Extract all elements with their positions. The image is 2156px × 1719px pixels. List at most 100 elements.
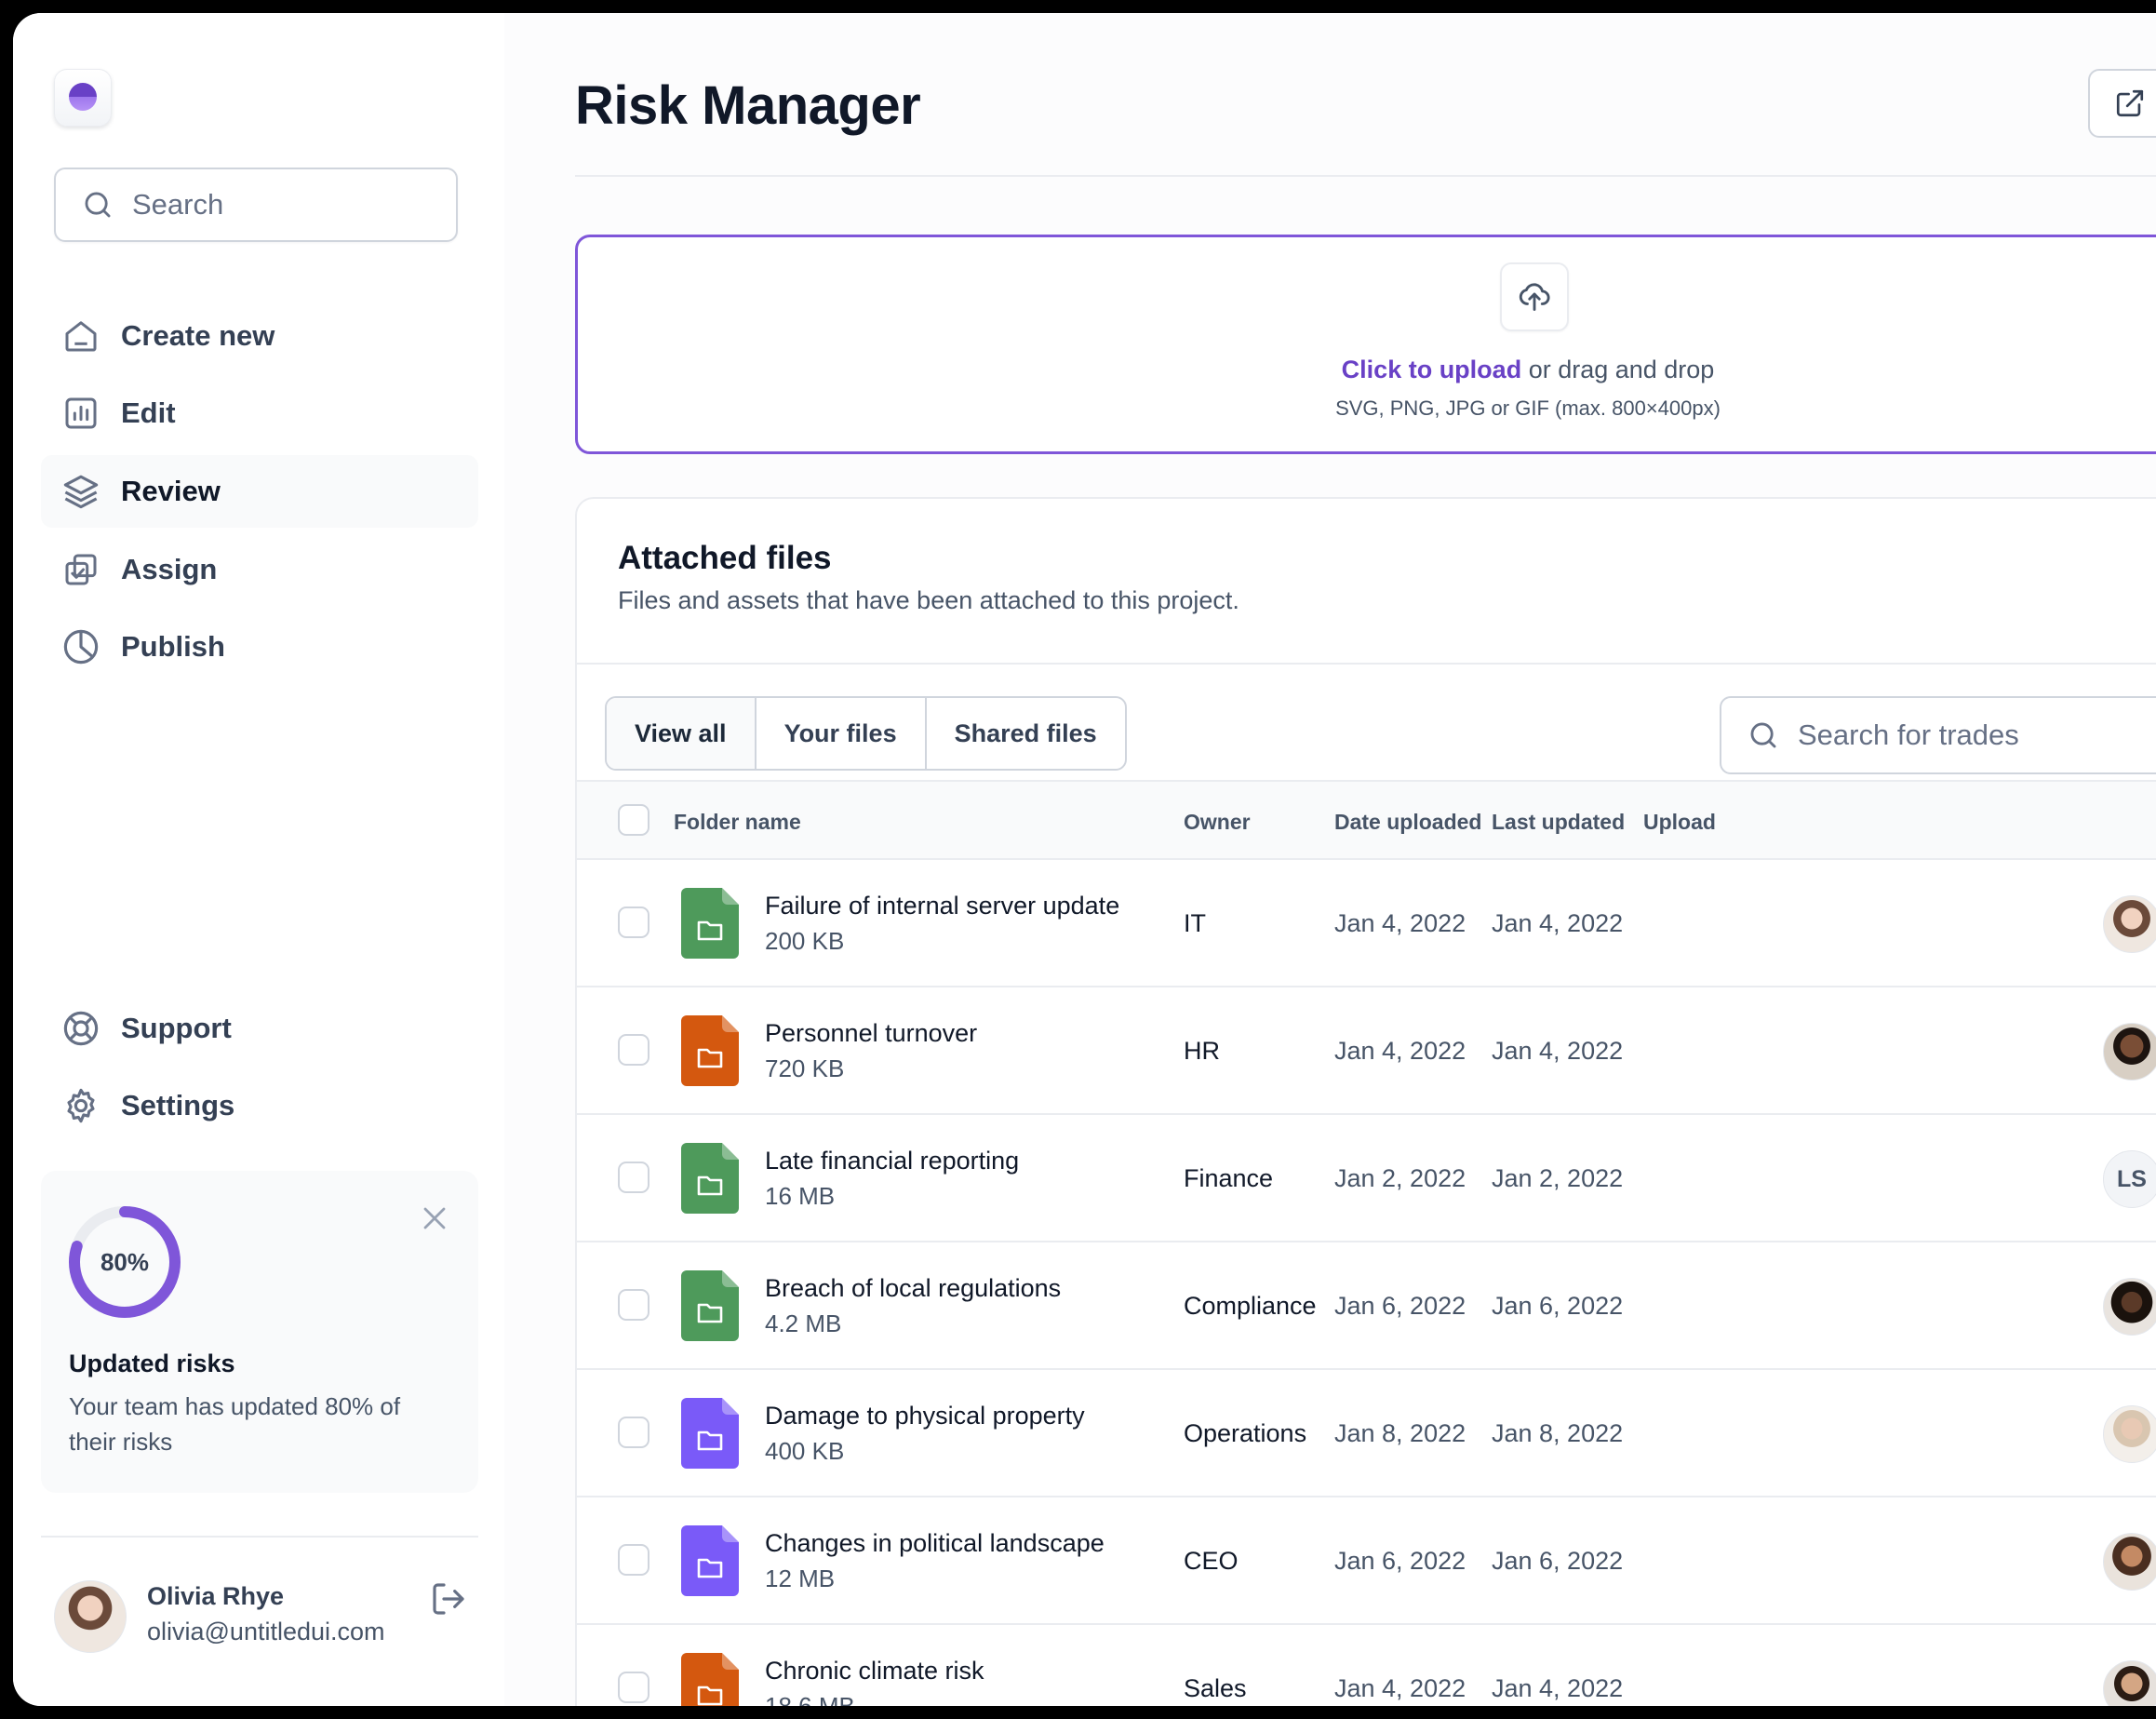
search-icon (1750, 722, 1776, 748)
column-header-owner[interactable]: Owner (1184, 782, 1251, 862)
section-divider (577, 663, 2156, 665)
click-to-upload-link[interactable]: Click to upload (1342, 356, 1522, 383)
folder-file-icon (681, 1653, 739, 1706)
owner-cell: CEO (1184, 1547, 1239, 1575)
life-buoy-icon (60, 1007, 102, 1050)
date-uploaded-cell: Jan 2, 2022 (1334, 1164, 1466, 1192)
row-checkbox[interactable] (618, 1544, 649, 1576)
column-header-last-updated[interactable]: Last updated (1492, 782, 1625, 862)
logo[interactable] (54, 69, 112, 127)
folder-file-icon (681, 1398, 739, 1469)
nav-item-label: Review (121, 475, 221, 507)
nav-item-edit[interactable]: Edit (41, 377, 478, 450)
nav-item-label: Support (121, 1012, 232, 1044)
sidebar-search-input[interactable]: Search (54, 168, 458, 242)
section-title: Attached files (618, 540, 832, 576)
sidebar: Search Create new Edit Review Assign Pub… (13, 13, 506, 1706)
last-updated-cell: Jan 4, 2022 (1492, 1037, 1624, 1065)
pie-chart-icon (60, 625, 102, 668)
attached-files-card: Attached files Files and assets that hav… (575, 497, 2156, 1706)
tab-view-all[interactable]: View all (607, 698, 757, 769)
header-divider (575, 175, 2156, 177)
nav-item-label: Edit (121, 396, 176, 429)
file-name: Breach of local regulations (765, 1274, 1062, 1302)
upload-hint: SVG, PNG, JPG or GIF (max. 800×400px) (1335, 396, 1721, 420)
section-subtitle: Files and assets that have been attached… (618, 586, 1239, 614)
file-size: 720 KB (765, 1054, 845, 1082)
nav-item-publish[interactable]: Publish (41, 611, 478, 683)
table-row[interactable]: Personnel turnover 720 KB HR Jan 4, 2022… (577, 987, 2156, 1115)
table-search-input[interactable]: Search for trades (1720, 696, 2156, 774)
date-uploaded-cell: Jan 4, 2022 (1334, 1037, 1466, 1065)
avatar: LS (2103, 1150, 2156, 1208)
column-header-folder-name[interactable]: Folder name (674, 782, 801, 862)
table-row[interactable]: Changes in political landscape 12 MB CEO… (577, 1497, 2156, 1625)
bar-chart-icon (60, 392, 102, 435)
date-uploaded-cell: Jan 6, 2022 (1334, 1292, 1466, 1320)
last-updated-cell: Jan 2, 2022 (1492, 1164, 1624, 1192)
owner-cell: Sales (1184, 1674, 1247, 1702)
file-name: Personnel turnover (765, 1019, 978, 1047)
owner-cell: Compliance (1184, 1292, 1317, 1320)
table-row[interactable]: Failure of internal server update 200 KB… (577, 860, 2156, 987)
close-icon[interactable] (421, 1204, 449, 1232)
select-all-checkbox[interactable] (618, 804, 649, 836)
row-checkbox[interactable] (618, 1417, 649, 1448)
table-row[interactable]: Chronic climate risk 18.6 MB Sales Jan 4… (577, 1625, 2156, 1706)
column-header-uploaded-by[interactable]: Upload (1643, 782, 1716, 862)
folder-file-icon (681, 1143, 739, 1214)
table-row[interactable]: Late financial reporting 16 MB Finance J… (577, 1115, 2156, 1242)
external-link-icon (2116, 89, 2144, 117)
table-header: Folder name Owner Date uploaded Last upd… (577, 780, 2156, 860)
last-updated-cell: Jan 8, 2022 (1492, 1419, 1624, 1447)
row-checkbox[interactable] (618, 1672, 649, 1703)
user-email: olivia@untitledui.com (147, 1618, 385, 1645)
owner-cell: HR (1184, 1037, 1220, 1065)
progress-card-description: Your team has updated 80% of their risks (69, 1392, 401, 1456)
row-checkbox[interactable] (618, 907, 649, 938)
app-window: Search Create new Edit Review Assign Pub… (13, 13, 2156, 1706)
table-row[interactable]: Damage to physical property 400 KB Opera… (577, 1370, 2156, 1497)
file-size: 18.6 MB (765, 1692, 855, 1706)
log-out-icon[interactable] (430, 1580, 467, 1618)
nav-item-label: Create new (121, 319, 275, 352)
progress-percent: 80% (100, 1247, 150, 1276)
table-search-placeholder: Search for trades (1798, 718, 2019, 751)
date-uploaded-cell: Jan 4, 2022 (1334, 909, 1466, 937)
nav-item-support[interactable]: Support (41, 992, 478, 1065)
nav-item-label: Publish (121, 630, 225, 663)
progress-card-title: Updated risks (69, 1350, 235, 1377)
tab-shared-files[interactable]: Shared files (927, 698, 1125, 769)
sidebar-divider (41, 1536, 478, 1538)
nav-item-review[interactable]: Review (41, 455, 478, 528)
file-filter-tabs: View all Your files Shared files (605, 696, 1127, 771)
folder-file-icon (681, 1525, 739, 1596)
date-uploaded-cell: Jan 6, 2022 (1334, 1547, 1466, 1575)
last-updated-cell: Jan 4, 2022 (1492, 1674, 1624, 1702)
avatar (2103, 895, 2156, 953)
folder-file-icon (681, 888, 739, 959)
nav-item-settings[interactable]: Settings (41, 1069, 478, 1142)
avatar[interactable] (54, 1580, 127, 1653)
row-checkbox[interactable] (618, 1034, 649, 1066)
owner-cell: Operations (1184, 1419, 1307, 1447)
file-upload-dropzone[interactable] (575, 235, 2156, 454)
last-updated-cell: Jan 6, 2022 (1492, 1547, 1624, 1575)
column-header-date-uploaded[interactable]: Date uploaded (1334, 782, 1481, 862)
date-uploaded-cell: Jan 4, 2022 (1334, 1674, 1466, 1702)
owner-cell: Finance (1184, 1164, 1274, 1192)
row-checkbox[interactable] (618, 1289, 649, 1321)
file-size: 16 MB (765, 1182, 836, 1210)
nav-item-create-new[interactable]: Create new (41, 300, 478, 372)
date-uploaded-cell: Jan 8, 2022 (1334, 1419, 1466, 1447)
gear-icon (60, 1084, 102, 1127)
tab-your-files[interactable]: Your files (757, 698, 927, 769)
row-checkbox[interactable] (618, 1162, 649, 1193)
page-title: Risk Manager (575, 75, 921, 136)
last-updated-cell: Jan 6, 2022 (1492, 1292, 1624, 1320)
file-name: Failure of internal server update (765, 892, 1120, 920)
file-name: Changes in political landscape (765, 1529, 1105, 1557)
table-row[interactable]: Breach of local regulations 4.2 MB Compl… (577, 1242, 2156, 1370)
share-button[interactable]: S (2088, 69, 2156, 138)
nav-item-assign[interactable]: Assign (41, 533, 478, 606)
